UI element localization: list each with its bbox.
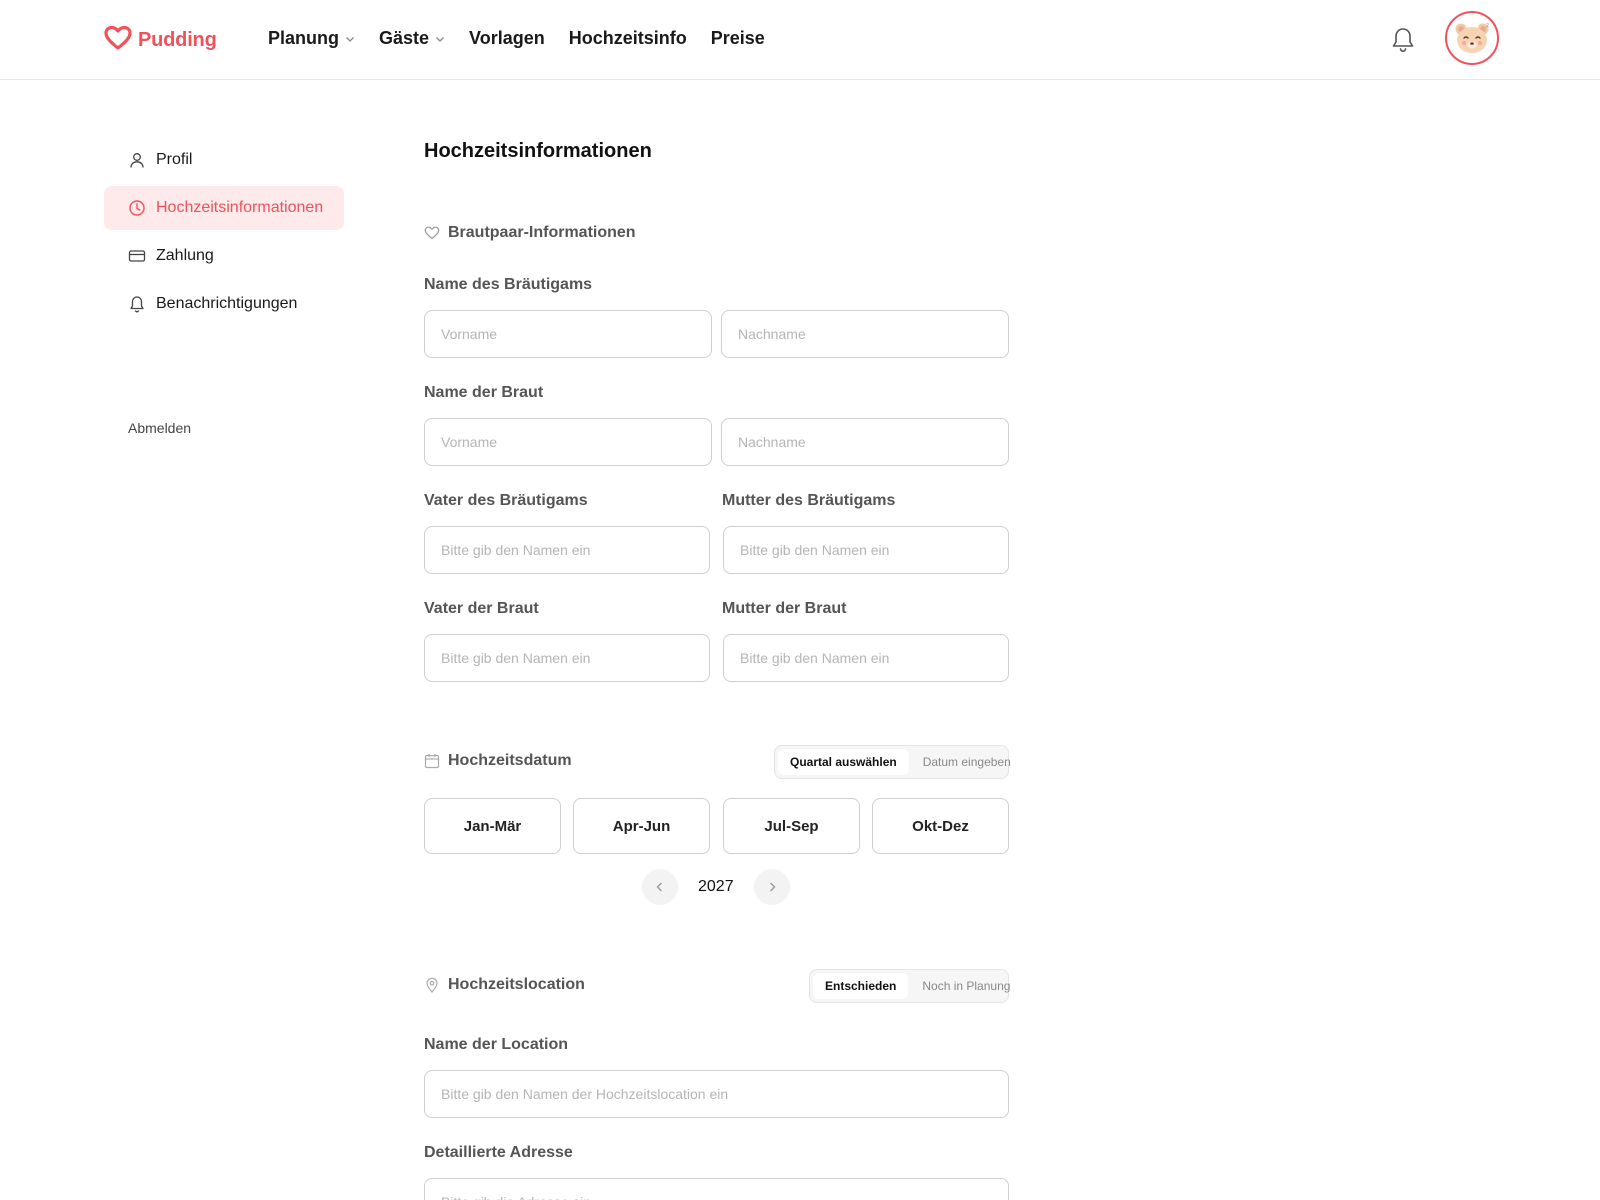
quarter-button-q3[interactable]: Jul-Sep (723, 798, 860, 854)
bride-first-name-input[interactable] (424, 418, 712, 466)
nav-item-preise[interactable]: Preise (711, 28, 765, 49)
quarter-button-q1[interactable]: Jan-Mär (424, 798, 561, 854)
groom-father-label: Vater des Bräutigams (424, 492, 588, 509)
quarter-button-q4[interactable]: Okt-Dez (872, 798, 1009, 854)
location-planning-button[interactable]: Noch in Planung (910, 973, 1022, 999)
next-year-button[interactable] (754, 869, 790, 905)
nav-item-label: Preise (710, 28, 765, 48)
heart-icon (104, 25, 132, 55)
sidebar-item-benachrichtigungen[interactable]: Benachrichtigungen (104, 282, 344, 326)
couple-section-heading: Brautpaar-Informationen (424, 224, 636, 242)
bride-father-label: Vater der Braut (424, 600, 539, 617)
chevron-right-icon (770, 882, 776, 892)
sidebar-item-profil[interactable]: Profil (104, 138, 344, 182)
settings-sidebar: Profil Hochzeitsinformationen Zahlung Be… (104, 138, 344, 330)
bear-avatar-icon: z (1455, 22, 1489, 53)
quarter-button-q2[interactable]: Apr-Jun (573, 798, 710, 854)
bride-last-name-input[interactable] (721, 418, 1009, 466)
nav-item-label: Hochzeitsinfo (568, 28, 687, 48)
sidebar-item-zahlung[interactable]: Zahlung (104, 234, 344, 278)
address-input[interactable] (424, 1178, 1009, 1200)
logout-link[interactable]: Abmelden (128, 420, 191, 436)
nav-item-label: Vorlagen (469, 28, 545, 48)
section-title: Hochzeitsdatum (448, 752, 572, 769)
location-status-toggle: Entschieden Noch in Planung (809, 969, 1010, 1003)
user-icon (130, 153, 144, 168)
sidebar-item-hochzeitsinformationen[interactable]: Hochzeitsinformationen (104, 186, 344, 230)
bride-mother-input[interactable] (723, 634, 1009, 682)
venue-name-label: Name der Location (424, 1036, 569, 1053)
location-section-heading: Hochzeitslocation (424, 976, 585, 994)
nav-item-gaeste[interactable]: Gäste (379, 28, 445, 49)
sidebar-item-label: Zahlung (156, 247, 214, 264)
calendar-icon (424, 754, 440, 769)
nav-item-hochzeitsinfo[interactable]: Hochzeitsinfo (569, 28, 687, 49)
groom-mother-label: Mutter des Bräutigams (722, 492, 896, 509)
groom-first-name-input[interactable] (424, 310, 712, 358)
bride-name-label: Name der Braut (424, 384, 544, 401)
sidebar-item-label: Profil (156, 151, 193, 168)
groom-father-input[interactable] (424, 526, 710, 574)
nav-item-vorlagen[interactable]: Vorlagen (469, 28, 545, 49)
chevron-left-icon (656, 882, 662, 892)
groom-name-label: Name des Bräutigams (424, 276, 593, 293)
nav-item-planung[interactable]: Planung (268, 28, 355, 49)
location-pin-icon (426, 977, 438, 993)
svg-text:z: z (1486, 22, 1489, 29)
section-title: Hochzeitslocation (448, 976, 585, 993)
bell-icon (1392, 28, 1414, 53)
nav-item-label: Gäste (379, 28, 430, 48)
avatar[interactable]: z (1445, 11, 1499, 65)
brand-logo[interactable]: Pudding (104, 25, 217, 55)
main-nav: Planung Gäste Vorlagen Hochzeitsinfo Pre… (268, 28, 765, 49)
date-mode-toggle: Quartal auswählen Datum eingeben (774, 745, 1011, 779)
nav-item-label: Planung (268, 28, 339, 48)
card-icon (128, 250, 146, 262)
groom-last-name-input[interactable] (721, 310, 1009, 358)
location-decided-button[interactable]: Entschieden (813, 973, 909, 999)
chevron-down-icon (346, 36, 354, 42)
date-section-heading: Hochzeitsdatum (424, 752, 572, 770)
selected-year: 2027 (698, 878, 734, 895)
sidebar-item-label: Benachrichtigungen (156, 295, 298, 312)
quarter-mode-button[interactable]: Quartal auswählen (778, 749, 909, 775)
previous-year-button[interactable] (642, 869, 678, 905)
top-header: Pudding Planung Gäste Vorlagen Hochzeits… (0, 0, 1600, 80)
address-label: Detaillierte Adresse (424, 1144, 573, 1161)
notifications-button[interactable] (1390, 26, 1416, 54)
date-input-mode-button[interactable]: Datum eingeben (911, 749, 1023, 775)
page-title: Hochzeitsinformationen (424, 140, 652, 162)
brand-name: Pudding (138, 29, 217, 51)
sidebar-item-label: Hochzeitsinformationen (156, 199, 324, 216)
heart-outline-icon (424, 226, 440, 240)
venue-name-input[interactable] (424, 1070, 1009, 1118)
chevron-down-icon (436, 36, 444, 42)
bride-father-input[interactable] (424, 634, 710, 682)
clock-icon (129, 200, 145, 216)
bell-icon (130, 296, 144, 313)
section-title: Brautpaar-Informationen (448, 224, 636, 241)
bride-mother-label: Mutter der Braut (722, 600, 847, 617)
groom-mother-input[interactable] (723, 526, 1009, 574)
